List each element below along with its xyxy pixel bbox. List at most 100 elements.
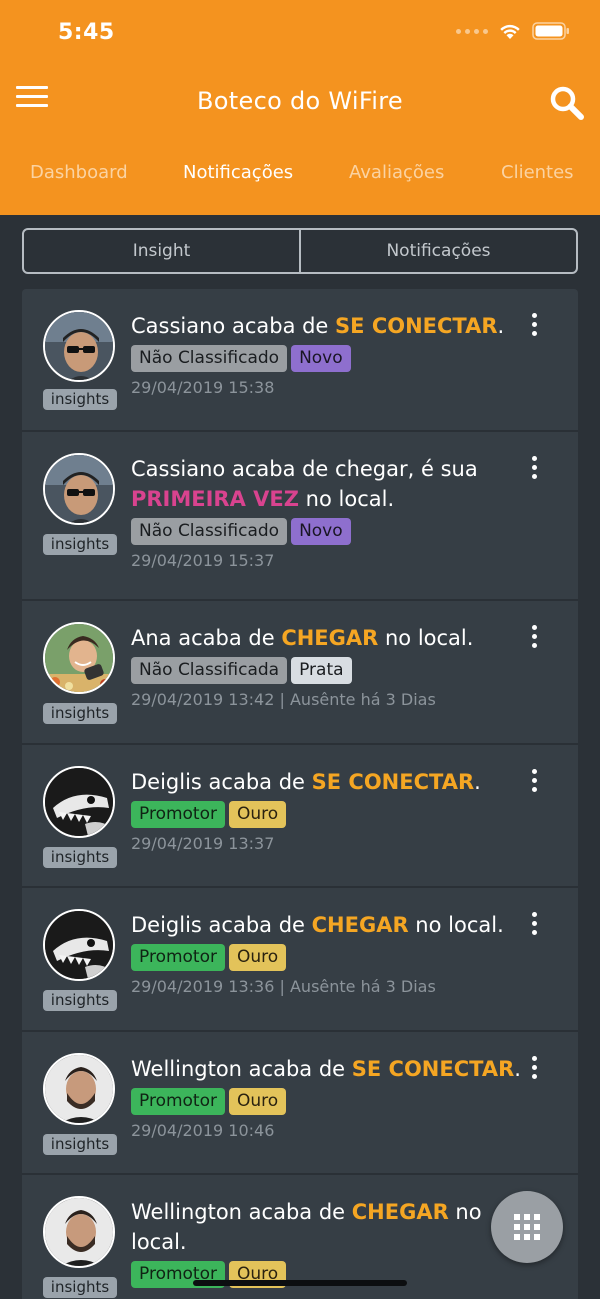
avatar[interactable] xyxy=(43,766,115,838)
status-badge: Não Classificada xyxy=(131,657,288,684)
avatar-container: insights xyxy=(43,1053,117,1155)
notification-message: Deiglis acaba de CHEGAR no local. xyxy=(131,910,521,940)
insights-badge[interactable]: insights xyxy=(43,703,117,724)
notification-message: Cassiano acaba de SE CONECTAR. xyxy=(131,311,521,341)
search-icon[interactable] xyxy=(548,84,586,122)
wifi-icon xyxy=(500,24,520,39)
insights-badge[interactable]: insights xyxy=(43,1277,117,1298)
notification-body: Ana acaba de CHEGAR no local. Não Classif… xyxy=(131,623,521,709)
message-highlight: CHEGAR xyxy=(351,1200,449,1224)
insights-badge[interactable]: insights xyxy=(43,990,117,1011)
avatar-container: insights xyxy=(43,310,117,410)
message-text: Cassiano acaba de xyxy=(131,314,336,338)
message-highlight: CHEGAR xyxy=(311,913,409,937)
avatar-container: insights xyxy=(43,622,117,724)
tab-notificacoes[interactable]: Notificações xyxy=(183,162,293,183)
notification-time: 29/04/2019 15:38 xyxy=(131,378,275,397)
app-bar: Boteco do WiFire xyxy=(0,72,600,134)
status-bar: 5:45 xyxy=(0,0,600,66)
status-badge: Ouro xyxy=(229,944,287,971)
message-highlight: CHEGAR xyxy=(281,626,379,650)
avatar[interactable] xyxy=(43,909,115,981)
notification-time: 29/04/2019 13:36 | Ausênte há 3 Dias xyxy=(131,977,436,996)
message-text: Deiglis acaba de xyxy=(131,770,312,794)
status-badge: Não Classificado xyxy=(131,518,288,545)
notification-body: Wellington acaba de CHEGAR no local. Prom… xyxy=(131,1197,521,1288)
message-text: . xyxy=(474,770,481,794)
notification-card[interactable]: insights Ana acaba de CHEGAR no local. Não… xyxy=(22,601,578,745)
message-text: Wellington acaba de xyxy=(131,1057,352,1081)
status-time: 5:45 xyxy=(58,20,115,45)
more-vertical-icon[interactable] xyxy=(528,1056,540,1080)
more-vertical-icon[interactable] xyxy=(528,456,540,480)
more-vertical-icon[interactable] xyxy=(528,625,540,649)
notification-body: Cassiano acaba de SE CONECTAR. Não Classi… xyxy=(131,311,521,397)
insights-badge[interactable]: insights xyxy=(43,534,117,555)
tab-dashboard[interactable]: Dashboard xyxy=(30,162,128,183)
more-vertical-icon[interactable] xyxy=(528,912,540,936)
status-badge: Promotor xyxy=(131,1088,225,1115)
more-vertical-icon[interactable] xyxy=(528,769,540,793)
message-highlight: SE CONECTAR xyxy=(311,770,475,794)
message-text: . xyxy=(497,314,505,338)
avatar[interactable] xyxy=(43,622,115,694)
avatar[interactable] xyxy=(43,1053,115,1125)
insights-badge[interactable]: insights xyxy=(43,1134,117,1155)
message-highlight: PRIMEIRA VEZ xyxy=(131,487,299,511)
tab-bar: Dashboard Notificações Avaliações Client… xyxy=(0,162,600,196)
avatar[interactable] xyxy=(43,1196,115,1268)
signal-icon xyxy=(456,28,488,34)
notification-card[interactable]: insights Wellington acaba de SE CONECTAR.… xyxy=(22,1032,578,1175)
tag-list: Promotor Ouro xyxy=(131,944,521,971)
tag-list: Não Classificado Novo xyxy=(131,345,521,372)
message-text: Deiglis acaba de xyxy=(131,913,312,937)
more-vertical-icon[interactable] xyxy=(528,313,540,337)
notification-card[interactable]: insights Cassiano acaba de chegar, é sua … xyxy=(22,432,578,601)
notification-time: 29/04/2019 13:42 | Ausênte há 3 Dias xyxy=(131,690,436,709)
avatar[interactable] xyxy=(43,310,115,382)
tab-clientes[interactable]: Clientes xyxy=(501,162,574,183)
tag-list: Não Classificada Prata xyxy=(131,657,521,684)
insights-badge[interactable]: insights xyxy=(43,847,117,868)
notification-message: Ana acaba de CHEGAR no local. xyxy=(131,623,521,653)
notification-card[interactable]: insights Deiglis acaba de SE CONECTAR. Pro… xyxy=(22,745,578,888)
avatar[interactable] xyxy=(43,453,115,525)
notification-time: 29/04/2019 15:37 xyxy=(131,551,275,570)
notification-message: Wellington acaba de CHEGAR no local. xyxy=(131,1197,521,1257)
status-badge: Ouro xyxy=(229,1088,287,1115)
status-badge: Novo xyxy=(291,345,351,372)
message-text: no local. xyxy=(408,913,504,937)
status-badge: Ouro xyxy=(229,801,287,828)
insights-badge[interactable]: insights xyxy=(43,389,117,410)
message-highlight: SE CONECTAR xyxy=(335,314,498,338)
notification-body: Cassiano acaba de chegar, é sua PRIMEIRA… xyxy=(131,454,521,570)
notification-card[interactable]: insights Cassiano acaba de SE CONECTAR. Nã… xyxy=(22,289,578,432)
tag-list: Não Classificado Novo xyxy=(131,518,521,545)
notification-message: Deiglis acaba de SE CONECTAR. xyxy=(131,767,521,797)
status-badge: Prata xyxy=(291,657,352,684)
segment-insight[interactable]: Insight xyxy=(24,230,299,272)
avatar-container: insights xyxy=(43,453,117,555)
tab-avaliacoes[interactable]: Avaliações xyxy=(349,162,444,183)
tag-list: Promotor Ouro xyxy=(131,1088,521,1115)
message-text: Wellington acaba de xyxy=(131,1200,352,1224)
message-text: . xyxy=(514,1057,521,1081)
status-badge: Promotor xyxy=(131,944,225,971)
notification-card[interactable]: insights Deiglis acaba de CHEGAR no local… xyxy=(22,888,578,1032)
segment-notificacoes[interactable]: Notificações xyxy=(299,230,576,272)
message-highlight: SE CONECTAR xyxy=(351,1057,515,1081)
grid-menu-button[interactable] xyxy=(491,1191,563,1263)
message-text: no local. xyxy=(378,626,474,650)
avatar-container: insights xyxy=(43,1196,117,1298)
notification-body: Deiglis acaba de CHEGAR no local. Promoto… xyxy=(131,910,521,996)
tag-list: Promotor Ouro xyxy=(131,801,521,828)
avatar-container: insights xyxy=(43,766,117,868)
status-badge: Promotor xyxy=(131,801,225,828)
message-text: Ana acaba de xyxy=(131,626,282,650)
page-title: Boteco do WiFire xyxy=(197,87,403,115)
segmented-control: Insight Notificações xyxy=(22,228,578,274)
notification-list: insights Cassiano acaba de SE CONECTAR. Nã… xyxy=(22,289,578,1299)
notification-time: 29/04/2019 13:37 xyxy=(131,834,275,853)
home-indicator xyxy=(193,1280,407,1286)
status-badge: Não Classificado xyxy=(131,345,288,372)
